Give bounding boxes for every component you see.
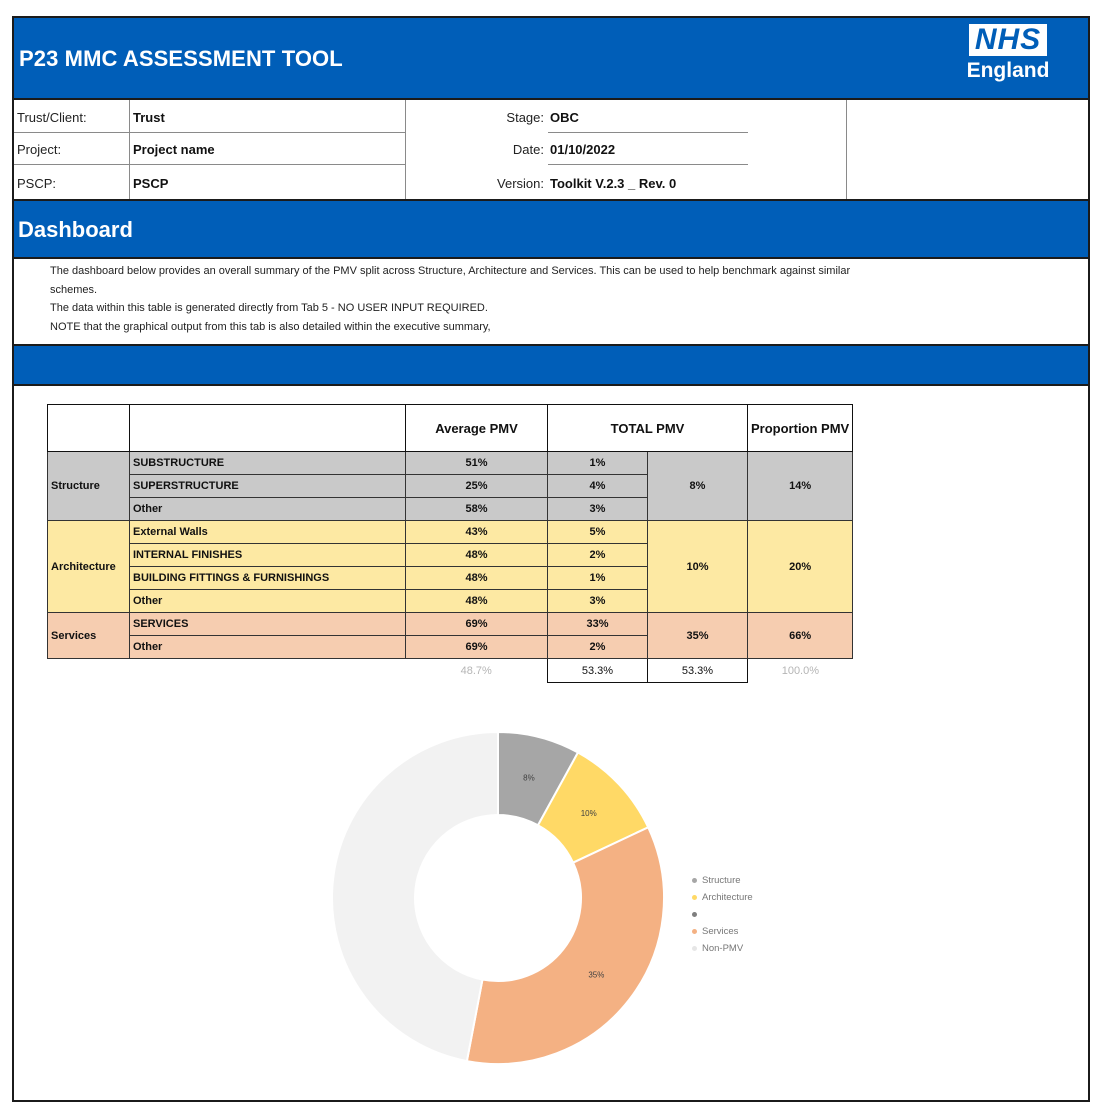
- totals-row: 48.7% 53.3% 53.3% 100.0%: [47, 658, 853, 683]
- total-pmv-cell: 3%: [547, 589, 648, 613]
- project-value[interactable]: Project name: [133, 143, 215, 157]
- table-row: Architecture External Walls 43% 5% 10% 2…: [47, 520, 854, 613]
- total-pmv-cell: 5%: [547, 520, 648, 544]
- legend-swatch-icon: [692, 895, 697, 900]
- page-title: P23 MMC ASSESSMENT TOOL: [19, 46, 343, 71]
- dashboard-description: The dashboard below provides an overall …: [50, 262, 1010, 336]
- nhs-england-logo: NHS England: [960, 23, 1056, 83]
- item-name: SUPERSTRUCTURE: [129, 474, 406, 498]
- legend-item: Services: [690, 923, 753, 940]
- pmv-summary-table: Average PMV TOTAL PMV Proportion PMV Str…: [47, 404, 854, 683]
- header-total-pmv: TOTAL PMV: [547, 404, 748, 452]
- average-pmv-cell: 48%: [405, 566, 548, 590]
- group-proportion: 20%: [746, 520, 854, 613]
- dashboard-banner: Dashboard: [14, 199, 1088, 259]
- total-pmv-cell: 1%: [547, 566, 648, 590]
- total-pmv-cell: 33%: [547, 612, 648, 636]
- total-proportion: 100.0%: [781, 664, 820, 677]
- group-subtotal: 10%: [647, 520, 748, 613]
- project-info-panel: Trust/Client: Trust Project: Project nam…: [14, 100, 1088, 200]
- legend-item: [690, 906, 753, 923]
- legend-item: Structure: [690, 872, 753, 889]
- item-name: Other: [129, 589, 406, 613]
- slice-non-pmv: [331, 730, 499, 1063]
- total-pmv-cell: 3%: [547, 497, 648, 521]
- slice-data-label: 8%: [523, 773, 535, 782]
- slice-data-label: 35%: [588, 970, 604, 979]
- slice-services: [465, 825, 665, 1065]
- version-label: Version:: [497, 176, 544, 191]
- average-pmv-cell: 69%: [405, 635, 548, 659]
- group-proportion: 66%: [746, 612, 854, 659]
- header-average-pmv: Average PMV: [405, 404, 548, 452]
- total-pmv-cell: 2%: [547, 635, 648, 659]
- legend-item: Non-PMV: [690, 940, 753, 957]
- item-name: Other: [129, 497, 406, 521]
- trust-value[interactable]: Trust: [133, 111, 165, 125]
- description-line: schemes.: [50, 283, 98, 296]
- group-proportion: 14%: [746, 451, 854, 521]
- average-pmv-cell: 51%: [405, 451, 548, 475]
- total-subtotal-sum: 53.3%: [647, 658, 748, 683]
- stage-label: Stage:: [506, 110, 544, 125]
- legend-label: Architecture: [702, 892, 753, 903]
- date-value[interactable]: 01/10/2022: [550, 143, 615, 157]
- group-subtotal: 35%: [647, 612, 748, 659]
- legend-swatch-icon: [692, 946, 697, 951]
- group-architecture: Architecture: [47, 520, 130, 613]
- total-pmv-cell: 4%: [547, 474, 648, 498]
- nhs-logo-subtext: England: [966, 59, 1050, 82]
- legend-swatch-icon: [692, 878, 697, 883]
- item-name: SUBSTRUCTURE: [129, 451, 406, 475]
- average-pmv-cell: 25%: [405, 474, 548, 498]
- group-services: Services: [47, 612, 130, 659]
- average-pmv-cell: 58%: [405, 497, 548, 521]
- item-name: INTERNAL FINISHES: [129, 543, 406, 567]
- description-line: The dashboard below provides an overall …: [50, 265, 851, 277]
- trust-label: Trust/Client:: [17, 110, 87, 125]
- total-pmv-cell: 2%: [547, 543, 648, 567]
- item-name: SERVICES: [129, 612, 406, 636]
- legend-item: Architecture: [690, 889, 753, 906]
- stage-value[interactable]: OBC: [550, 111, 579, 125]
- blank-banner: [14, 344, 1088, 386]
- total-pmv-cell: 1%: [547, 451, 648, 475]
- version-value[interactable]: Toolkit V.2.3 _ Rev. 0: [550, 177, 676, 191]
- nhs-logo-box: NHS: [969, 23, 1047, 56]
- item-name: BUILDING FITTINGS & FURNISHINGS: [129, 566, 406, 590]
- legend-label: Structure: [702, 875, 741, 886]
- chart-legend: Structure Architecture Services Non-PMV: [690, 872, 753, 957]
- description-line: NOTE that the graphical output from this…: [50, 320, 491, 333]
- group-structure: Structure: [47, 451, 130, 521]
- project-label: Project:: [17, 142, 62, 157]
- item-name: External Walls: [129, 520, 406, 544]
- dashboard-title: Dashboard: [18, 217, 133, 242]
- average-pmv-cell: 69%: [405, 612, 548, 636]
- table-row: Services SERVICES 69% 33% 35% 66%: [47, 612, 854, 659]
- header-proportion-pmv: Proportion PMV: [746, 404, 854, 452]
- pscp-label: PSCP:: [17, 176, 57, 191]
- group-subtotal: 8%: [647, 451, 748, 521]
- description-line: The data within this table is generated …: [50, 302, 488, 314]
- slice-data-label: 10%: [581, 809, 597, 818]
- total-pmv-sum: 53.3%: [547, 658, 648, 683]
- average-pmv-cell: 43%: [405, 520, 548, 544]
- legend-swatch-icon: [692, 929, 697, 934]
- legend-label: Non-PMV: [702, 943, 744, 954]
- average-pmv-cell: 48%: [405, 543, 548, 567]
- total-average-pmv: 48.7%: [460, 664, 492, 677]
- legend-swatch-icon: [692, 912, 697, 917]
- average-pmv-cell: 48%: [405, 589, 548, 613]
- title-banner: P23 MMC ASSESSMENT TOOL NHS England: [14, 18, 1088, 100]
- date-label: Date:: [512, 142, 544, 157]
- item-name: Other: [129, 635, 406, 659]
- nhs-logo-text: NHS: [974, 23, 1042, 56]
- pscp-value[interactable]: PSCP: [133, 177, 168, 191]
- legend-label: Services: [702, 926, 739, 937]
- table-row: Structure SUBSTRUCTURE 51% 1% 8% 14%: [47, 451, 854, 521]
